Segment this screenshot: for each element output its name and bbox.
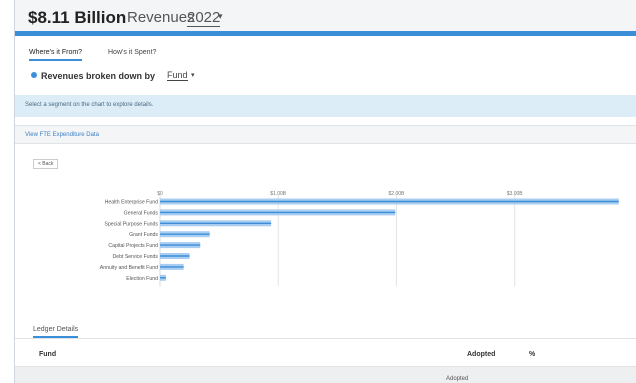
- x-tick-label: $3.00B: [507, 191, 524, 197]
- revenue-bar-chart: $0 $1.00B $2.00B $3.00BHealth Enterprise Fu…: [100, 191, 619, 287]
- back-button[interactable]: < Back: [33, 159, 59, 169]
- breakdown-dropdown[interactable]: Fund: [167, 70, 188, 81]
- page: $8.11 Billion Revenues 2022 ▾ Where's it…: [0, 0, 636, 383]
- info-message: Select a segment on the chart to explore…: [25, 102, 154, 108]
- header-bar: $8.11 Billion Revenues 2022 ▾: [15, 0, 636, 36]
- info-banner: Select a segment on the chart to explore…: [15, 95, 636, 117]
- tab-hows-it-spent[interactable]: How's it Spent?: [108, 49, 156, 56]
- category-label: Special Purpose Funds: [104, 221, 158, 227]
- fte-expenditure-link[interactable]: View FTE Expenditure Data: [25, 132, 99, 138]
- bullet-icon: [31, 72, 37, 78]
- category-label: Capital Projects Fund: [108, 243, 158, 249]
- budget-panel: $8.11 Billion Revenues 2022 ▾ Where's it…: [14, 0, 636, 383]
- ledger-subheader-row: Adopted: [15, 366, 636, 383]
- breakdown-selector: Revenues broken down by Fund ▾: [31, 70, 195, 81]
- tab-wheres-it-from[interactable]: Where's it From?: [29, 49, 83, 61]
- column-header-percent[interactable]: %: [529, 351, 535, 358]
- x-tick-label: $2.00B: [389, 191, 406, 197]
- divider: [15, 338, 636, 339]
- category-label: Health Enterprise Fund: [105, 200, 158, 206]
- fte-bar: View FTE Expenditure Data: [15, 125, 636, 144]
- adopted-subheader: Adopted: [446, 376, 469, 382]
- category-label: Debt Service Funds: [112, 254, 158, 260]
- chevron-down-icon[interactable]: ▾: [218, 11, 223, 22]
- category-label: General Funds: [124, 210, 159, 216]
- column-header-fund[interactable]: Fund: [39, 351, 56, 358]
- tab-ledger-details[interactable]: Ledger Details: [33, 326, 79, 338]
- category-label: Annuity and Benefit Fund: [100, 265, 158, 271]
- year-dropdown[interactable]: 2022: [187, 9, 221, 27]
- column-header-adopted[interactable]: Adopted: [467, 351, 495, 358]
- category-label: Grant Funds: [129, 232, 158, 238]
- chevron-down-icon[interactable]: ▾: [191, 71, 195, 79]
- ledger-table-header: Fund Adopted %: [15, 343, 636, 363]
- revenues-label: Revenues: [127, 9, 195, 26]
- breakdown-label: Revenues broken down by: [41, 71, 156, 81]
- category-label: Election Fund: [126, 276, 158, 282]
- x-tick-label: $1.00B: [270, 191, 287, 197]
- total-amount: $8.11 Billion: [28, 8, 127, 27]
